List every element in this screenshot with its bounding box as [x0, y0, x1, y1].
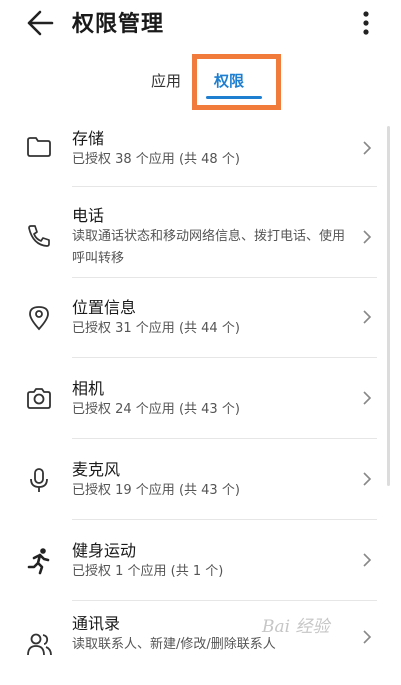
permission-item-microphone[interactable]: 麦克风 已授权 19 个应用 (共 43 个)	[0, 442, 401, 523]
item-title: 麦克风	[72, 460, 121, 479]
more-vert-icon	[363, 11, 369, 35]
chevron-right-icon	[363, 472, 372, 486]
divider	[72, 600, 377, 601]
item-title: 电话	[72, 206, 105, 225]
divider	[72, 438, 377, 439]
item-title: 健身运动	[72, 541, 137, 560]
chevron-right-icon	[363, 553, 372, 567]
chevron-right-icon	[363, 391, 372, 405]
contacts-icon	[27, 633, 52, 656]
item-subtitle: 读取通话状态和移动网络信息、拨打电话、使用呼叫转移	[72, 229, 346, 266]
divider	[72, 277, 377, 278]
item-title: 相机	[72, 379, 105, 398]
permission-item-storage[interactable]: 存储 已授权 38 个应用 (共 48 个)	[0, 111, 401, 192]
divider	[72, 357, 377, 358]
chevron-right-icon	[363, 141, 372, 155]
permission-item-location[interactable]: 位置信息 已授权 31 个应用 (共 44 个)	[0, 280, 401, 361]
item-title: 位置信息	[72, 298, 137, 317]
chevron-right-icon	[363, 230, 372, 244]
highlight-annotation-box	[192, 54, 281, 110]
running-person-icon	[27, 548, 50, 575]
item-subtitle: 已授权 19 个应用 (共 43 个)	[72, 483, 240, 498]
divider	[72, 519, 377, 520]
divider	[72, 186, 377, 187]
permission-list: 存储 已授权 38 个应用 (共 48 个) 电话 读取通话状态和移动网络信息、…	[0, 111, 401, 685]
watermark: Bai 经验	[262, 617, 330, 637]
scrollbar[interactable]	[387, 126, 390, 486]
permission-item-camera[interactable]: 相机 已授权 24 个应用 (共 43 个)	[0, 361, 401, 442]
item-title: 通讯录	[72, 614, 121, 633]
more-options-button[interactable]	[355, 10, 377, 36]
back-button[interactable]	[22, 8, 58, 38]
permission-item-contacts[interactable]: 通讯录 读取联系人、新建/修改/删除联系人	[0, 604, 401, 685]
folder-icon	[27, 137, 51, 157]
item-subtitle: 读取联系人、新建/修改/删除联系人	[72, 637, 276, 652]
item-title: 存储	[72, 129, 105, 148]
microphone-icon	[30, 468, 48, 492]
page-title: 权限管理	[72, 12, 165, 37]
item-subtitle: 已授权 24 个应用 (共 43 个)	[72, 402, 240, 417]
back-arrow-icon	[27, 10, 54, 36]
item-subtitle: 已授权 38 个应用 (共 48 个)	[72, 152, 240, 167]
permission-item-phone[interactable]: 电话 读取通话状态和移动网络信息、拨打电话、使用呼叫转移	[0, 192, 401, 280]
app-bar: 权限管理	[0, 0, 401, 48]
phone-icon	[28, 225, 50, 247]
chevron-right-icon	[363, 310, 372, 324]
chevron-right-icon	[363, 630, 372, 644]
item-subtitle: 已授权 1 个应用 (共 1 个)	[72, 564, 224, 579]
camera-icon	[27, 388, 51, 409]
item-subtitle: 已授权 31 个应用 (共 44 个)	[72, 321, 240, 336]
location-pin-icon	[29, 306, 49, 331]
permission-item-fitness[interactable]: 健身运动 已授权 1 个应用 (共 1 个)	[0, 523, 401, 604]
tab-apps[interactable]: 应用	[151, 70, 181, 91]
